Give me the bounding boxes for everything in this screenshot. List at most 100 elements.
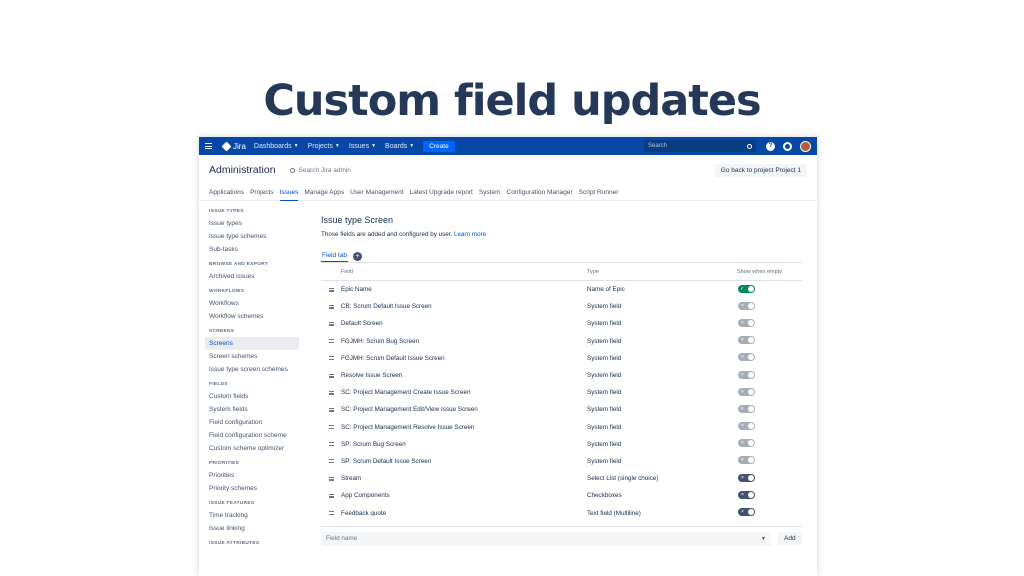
show-when-empty-toggle[interactable]: × [738,473,755,482]
show-when-empty-toggle[interactable]: × [738,508,755,517]
learn-more-link[interactable]: Learn more [454,231,486,238]
tab-user-management[interactable]: User Management [350,185,403,200]
sidebar-item-custom-fields[interactable]: Custom fields [205,390,299,403]
main-panel: Issue type Screen Those fields are added… [299,201,817,549]
sidebar-item-custom-scheme-optimizer[interactable]: Custom scheme optimizer [205,442,299,455]
nav-projects[interactable]: Projects ▼ [308,143,340,150]
create-button[interactable]: Create [423,140,455,152]
sidebar-item-workflows[interactable]: Workflows [205,297,299,310]
show-when-empty-toggle[interactable]: × [738,353,755,362]
show-when-empty-toggle[interactable]: × [738,422,755,431]
drag-handle-icon[interactable] [321,339,341,344]
avatar[interactable] [800,140,811,152]
field-name-cell: App Components [341,492,390,500]
sidebar-section-title: BROWSE AND EXPORT [209,262,269,267]
nav-boards[interactable]: Boards ▼ [385,143,414,150]
show-when-empty-toggle[interactable]: × [738,336,755,345]
table-row: SP: Scrum Bug Screen System field × [321,436,802,453]
jira-logo-label: Jira [233,141,246,151]
drag-handle-icon[interactable] [321,511,341,516]
toggle-cell: × [737,387,802,398]
sidebar-item-issue-type-schemes[interactable]: Issue type schemes [205,230,299,243]
sidebar-item-field-configuration[interactable]: Field configuration [205,416,299,429]
field-name-cell: Stream [341,475,362,483]
nav-dashboards[interactable]: Dashboards ▼ [254,143,299,150]
show-when-empty-toggle[interactable]: × [738,456,755,465]
section-title: Issue type Screen [321,215,394,225]
show-when-empty-toggle[interactable]: ✓ [738,284,755,293]
drag-handle-icon[interactable] [321,425,341,430]
tab-issues[interactable]: Issues [279,185,299,201]
drag-handle-icon[interactable] [321,373,341,378]
field-type-cell: Select List (single choice) [587,475,659,483]
tab-script-runner[interactable]: Script Runner [579,185,619,200]
field-tabs: Field tab + [321,250,802,263]
table-row: Default Screen System field × [321,315,802,332]
sidebar-item-archived-issues[interactable]: Archived issues [205,270,299,283]
table-row: App Components Checkboxes × [321,487,802,504]
cross-icon: × [741,423,744,430]
sidebar-item-priority-schemes[interactable]: Priority schemes [205,482,299,495]
drag-handle-icon[interactable] [321,390,341,395]
add-button[interactable]: Add [778,532,802,546]
field-name-cell: CB: Scrum Default Issue Screen [341,303,432,311]
tab-applications[interactable]: Applications [209,185,244,200]
sidebar-item-system-fields[interactable]: System fields [205,403,299,416]
show-when-empty-toggle[interactable]: × [738,404,755,413]
drag-handle-icon[interactable] [321,321,341,326]
tab-configuration-manager[interactable]: Configuration Manager [507,185,573,200]
drag-handle-icon[interactable] [321,356,341,361]
field-type-cell: System field [587,389,622,397]
help-icon[interactable]: ? [766,141,775,151]
field-type-cell: System field [587,354,622,362]
sidebar-item-field-configuration-scheme[interactable]: Field configuration scheme [205,429,299,442]
toggle-knob [748,388,754,395]
drag-handle-icon[interactable] [321,407,341,412]
drag-handle-icon[interactable] [321,459,341,464]
nav-label: Issues [348,142,370,150]
tab-upgrade-report[interactable]: Latest Upgrade report [410,185,473,200]
go-back-button[interactable]: Go back to project Project 1 [714,163,807,177]
cross-icon: × [741,474,744,481]
global-search-input[interactable]: Search [644,140,756,152]
show-when-empty-toggle[interactable]: × [738,490,755,499]
add-tab-icon[interactable]: + [352,251,362,261]
jira-logo[interactable]: Jira [221,141,246,151]
toggle-knob [748,405,754,412]
drag-handle-icon[interactable] [321,493,341,498]
drag-handle-icon[interactable] [321,476,341,481]
drag-handle-icon[interactable] [321,287,341,292]
table-row: Feedback quote Text field (Multiline) × [321,504,802,521]
field-name-select[interactable]: Field name ▼ [321,531,771,546]
sidebar-item-issue-type-screen-schemes[interactable]: Issue type screen schemes [205,363,299,376]
show-when-empty-toggle[interactable]: × [738,318,755,327]
sidebar-item-workflow-schemes[interactable]: Workflow schemes [205,310,299,323]
show-when-empty-toggle[interactable]: × [738,370,755,379]
sidebar-item-sub-tasks[interactable]: Sub-tasks [205,243,299,256]
sidebar-item-screens[interactable]: Screens [205,337,299,350]
show-when-empty-toggle[interactable]: × [738,439,755,448]
sidebar-item-screen-schemes[interactable]: Screen schemes [205,350,299,363]
table-row: Stream Select List (single choice) × [321,470,802,487]
nav-issues[interactable]: Issues ▼ [349,143,376,150]
field-name-cell: Resolve Issue Screen [341,372,403,380]
sidebar-item-issue-linking[interactable]: Issue linking [205,522,299,535]
tab-field-tab[interactable]: Field tab [321,250,348,262]
app-switcher-icon[interactable] [205,143,215,149]
tab-manage-apps[interactable]: Manage Apps [304,185,344,200]
drag-handle-icon[interactable] [321,442,341,447]
gear-icon[interactable] [783,141,792,151]
show-when-empty-toggle[interactable]: × [738,387,755,396]
field-name-cell: FGJMH: Scrum Default Issue Screen [341,354,445,362]
chevron-down-icon: ▼ [409,143,415,149]
drag-handle-icon[interactable] [321,304,341,309]
sidebar-item-priorities[interactable]: Priorities [205,469,299,482]
column-header-field: Field [341,268,353,275]
tab-system[interactable]: System [479,185,501,200]
show-when-empty-toggle[interactable]: × [738,301,755,310]
field-name-cell: Feedback quote [341,509,387,517]
admin-search-input[interactable]: Search Jira admin [289,167,351,174]
sidebar-item-issue-types[interactable]: Issue types [205,217,299,230]
tab-projects[interactable]: Projects [250,185,273,200]
sidebar-item-time-tracking[interactable]: Time tracking [205,509,299,522]
